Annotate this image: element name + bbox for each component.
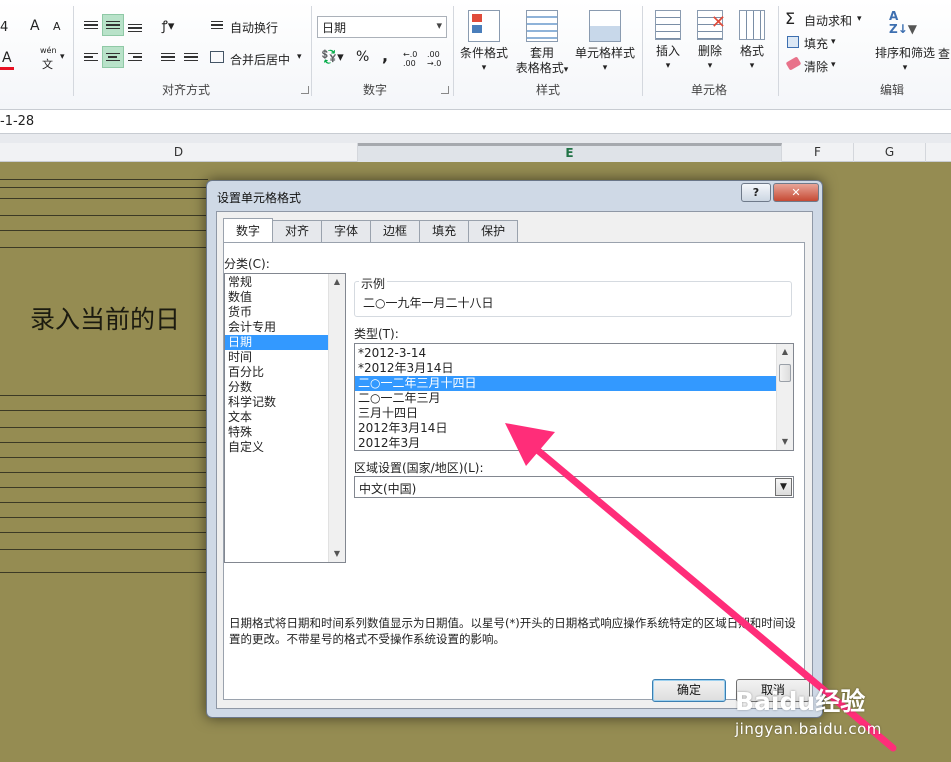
annotation-arrow	[505, 423, 897, 752]
watermark-url: jingyan.baidu.com	[735, 720, 882, 738]
tab-number[interactable]: 数字	[223, 218, 274, 242]
baidu-watermark: Baidu经验 jingyan.baidu.com	[735, 682, 882, 738]
watermark-brand: Baidu经验	[735, 687, 866, 716]
